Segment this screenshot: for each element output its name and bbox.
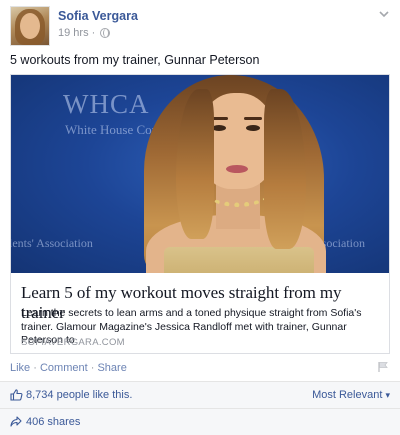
portrait-figure [136, 75, 336, 273]
shares-summary: 406 shares [0, 409, 400, 435]
like-link[interactable]: Like [10, 362, 30, 374]
post-meta: 19 hrs · [58, 27, 111, 39]
portrait-brow-right [244, 117, 262, 120]
watermark-left: lents' Association [11, 236, 93, 250]
avatar-face [20, 13, 40, 39]
attachment-image[interactable]: WHCA White House Corresp n lents' Associ… [11, 75, 389, 273]
link-attachment[interactable]: WHCA White House Corresp n lents' Associ… [10, 74, 390, 354]
thumbs-up-icon [10, 389, 23, 401]
comment-link[interactable]: Comment [40, 362, 88, 374]
globe-icon[interactable] [100, 28, 111, 38]
portrait-lips [226, 165, 248, 173]
likes-count[interactable]: 8,734 people like this. [26, 389, 132, 401]
sort-label: Most Relevant [312, 389, 383, 401]
portrait-eye-left [212, 125, 226, 131]
sort-dropdown[interactable]: Most Relevant ▾ [312, 389, 390, 401]
post-status-text: 5 workouts from my trainer, Gunnar Peter… [10, 53, 260, 67]
post-actions: Like · Comment · Share [10, 362, 127, 374]
facebook-post: Sofia Vergara 19 hrs · 5 workouts from m… [0, 0, 400, 435]
author-avatar[interactable] [10, 6, 50, 46]
post-timestamp[interactable]: 19 hrs [58, 27, 89, 39]
shares-count[interactable]: 406 shares [26, 416, 80, 428]
action-separator: · [33, 362, 37, 374]
meta-separator: · [91, 27, 96, 39]
share-icon [10, 416, 22, 428]
author-name[interactable]: Sofia Vergara [58, 9, 138, 23]
likes-summary: 8,734 people like this. Most Relevant ▾ [0, 382, 400, 408]
portrait-eye-right [246, 125, 260, 131]
chevron-down-icon: ▾ [385, 390, 390, 400]
attachment-domain: SOFIAVERGARA.COM [21, 337, 125, 348]
post-header: Sofia Vergara 19 hrs · [10, 6, 390, 46]
share-link[interactable]: Share [97, 362, 126, 374]
flag-icon[interactable] [378, 361, 388, 373]
action-separator: · [90, 362, 95, 374]
portrait-dress [164, 247, 314, 273]
chevron-down-icon[interactable] [378, 8, 390, 20]
